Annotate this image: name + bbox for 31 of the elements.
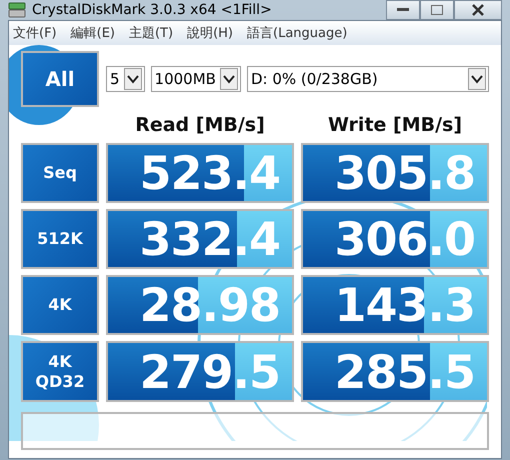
test-button[interactable]: 512K (21, 209, 99, 269)
result-value: 143.3 (334, 278, 476, 332)
menu-item[interactable]: 編輯(E) (70, 24, 115, 42)
result-value: 332.4 (139, 212, 281, 266)
maximize-icon (431, 5, 443, 15)
read-header: Read [MB/s] (134, 114, 266, 136)
size-dropdown[interactable]: 1000MB (150, 66, 241, 92)
runs-dropdown[interactable]: 5 (106, 66, 145, 92)
write-header: Write [MB/s] (326, 114, 464, 136)
close-button[interactable] (454, 0, 502, 20)
drive-dropdown[interactable]: D: 0% (0/238GB) (246, 66, 489, 92)
result-value: 28.98 (139, 278, 281, 332)
result-value: 305.8 (334, 146, 476, 200)
menu-item[interactable]: 語言(Language) (247, 24, 348, 42)
maximize-button[interactable] (420, 0, 454, 20)
test-button[interactable]: Seq (21, 143, 99, 203)
menu-item[interactable]: 文件(F) (13, 24, 57, 42)
result-value: 306.0 (334, 212, 476, 266)
test-button[interactable]: 4K (21, 275, 99, 335)
result-value: 523.4 (139, 146, 281, 200)
minimize-icon (397, 8, 409, 12)
menu-item[interactable]: 說明(H) (187, 24, 233, 42)
minimize-button[interactable] (386, 0, 420, 20)
result-value: 279.5 (139, 344, 281, 398)
menu-item[interactable]: 主題(T) (128, 24, 174, 42)
disk-icon (8, 2, 26, 18)
window-title: CrystalDiskMark 3.0.3 x64 <1Fill> (32, 2, 272, 18)
result-value: 285.5 (334, 344, 476, 398)
test-button[interactable]: 4K QD32 (21, 341, 99, 402)
all-button[interactable]: All (21, 51, 99, 107)
close-icon (472, 4, 484, 16)
